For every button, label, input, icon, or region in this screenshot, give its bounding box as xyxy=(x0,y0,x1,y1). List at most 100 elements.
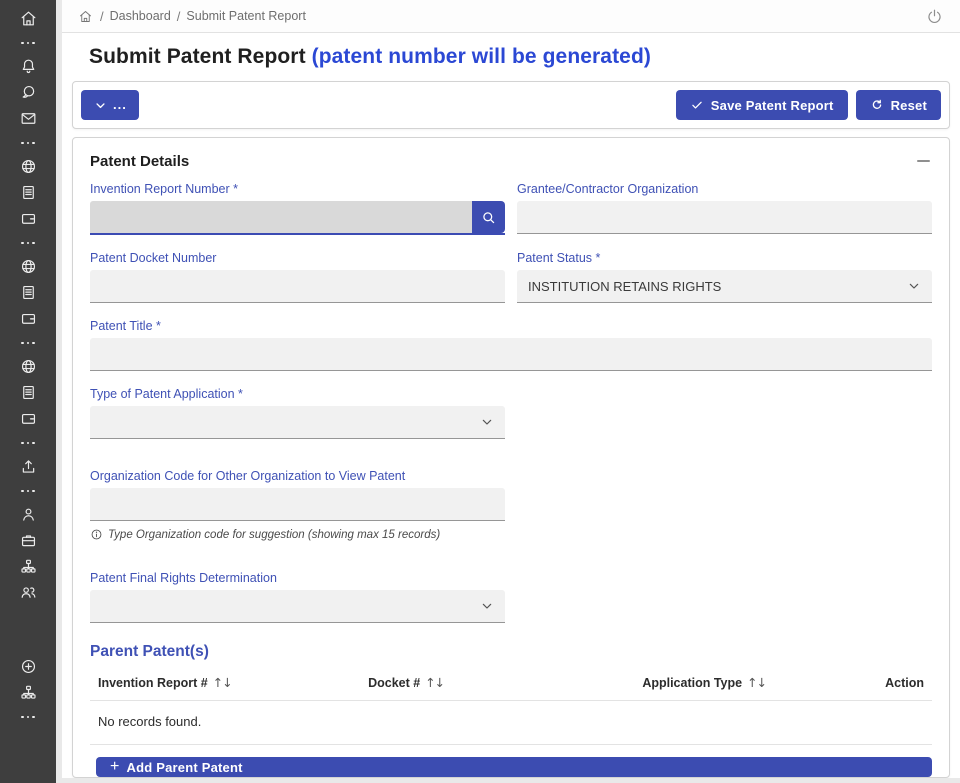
info-icon xyxy=(90,528,103,541)
sidebar-more-icon[interactable] xyxy=(21,137,35,149)
sort-icon: ↑↓ xyxy=(213,675,232,690)
sidebar-item-envelope[interactable] xyxy=(0,105,56,131)
docket-number-input[interactable] xyxy=(90,270,505,303)
invention-report-number-input[interactable] xyxy=(90,201,472,233)
sidebar-item-wallet[interactable] xyxy=(0,405,56,431)
logout-power-icon[interactable] xyxy=(925,7,944,26)
breadcrumb-separator: / xyxy=(177,9,181,24)
field-invention-report-number: Invention Report Number * xyxy=(90,182,505,235)
chat-icon xyxy=(19,83,38,102)
sidebar-item-globe[interactable] xyxy=(0,253,56,279)
sidebar-more-icon[interactable] xyxy=(21,485,35,497)
invention-report-number-label: Invention Report Number * xyxy=(90,182,505,196)
sidebar-more-icon[interactable] xyxy=(21,437,35,449)
patent-title-input[interactable] xyxy=(90,338,932,371)
field-org-code: Organization Code for Other Organization… xyxy=(90,469,505,541)
column-header-docket[interactable]: Docket #↑↓ xyxy=(368,675,642,690)
final-rights-select[interactable] xyxy=(90,590,505,623)
sidebar-more-icon[interactable] xyxy=(21,337,35,349)
sidebar-item-document[interactable] xyxy=(0,379,56,405)
patent-status-value: INSTITUTION RETAINS RIGHTS xyxy=(517,279,755,294)
person-icon xyxy=(19,505,38,524)
application-type-label: Type of Patent Application * xyxy=(90,387,505,401)
save-button-label: Save Patent Report xyxy=(711,98,834,113)
field-patent-title: Patent Title * xyxy=(90,319,932,371)
document-icon xyxy=(19,283,38,302)
globe-icon xyxy=(19,157,38,176)
reset-button[interactable]: Reset xyxy=(856,90,941,120)
sidebar-item-globe[interactable] xyxy=(0,153,56,179)
document-icon xyxy=(19,383,38,402)
sidebar-more-icon[interactable] xyxy=(21,37,35,49)
plus-circle-icon xyxy=(19,657,38,676)
sidebar-item-person[interactable] xyxy=(0,501,56,527)
field-patent-status: Patent Status * INSTITUTION RETAINS RIGH… xyxy=(517,251,932,303)
field-grantee-org: Grantee/Contractor Organization xyxy=(517,182,932,235)
sidebar-item-document[interactable] xyxy=(0,179,56,205)
field-application-type: Type of Patent Application * xyxy=(90,387,505,439)
sidebar-item-document[interactable] xyxy=(0,279,56,305)
more-actions-button[interactable]: ... xyxy=(81,90,139,120)
patent-details-title: Patent Details xyxy=(90,153,189,170)
sidebar-item-globe[interactable] xyxy=(0,353,56,379)
sitemap-icon xyxy=(19,683,38,702)
sidebar-item-sitemap[interactable] xyxy=(0,679,56,705)
chevron-down-icon xyxy=(479,598,495,614)
people-icon xyxy=(19,583,38,602)
grantee-org-input[interactable] xyxy=(517,201,932,234)
sidebar-more-icon[interactable] xyxy=(21,237,35,249)
plus-icon: + xyxy=(110,760,120,774)
globe-icon xyxy=(19,357,38,376)
breadcrumb-item-current: Submit Patent Report xyxy=(186,9,306,23)
more-actions-label: ... xyxy=(113,100,127,110)
patent-status-label: Patent Status * xyxy=(517,251,932,265)
parent-patents-table-header: Invention Report #↑↓ Docket #↑↓ Applicat… xyxy=(90,671,932,701)
sidebar-item-chat[interactable] xyxy=(0,79,56,105)
patent-status-select[interactable]: INSTITUTION RETAINS RIGHTS xyxy=(517,270,932,303)
topbar: / Dashboard / Submit Patent Report xyxy=(62,0,960,33)
column-header-action: Action xyxy=(866,676,924,690)
invention-report-search-button[interactable] xyxy=(472,201,505,233)
wallet-icon xyxy=(19,209,38,228)
sidebar-item-home[interactable] xyxy=(0,5,56,31)
page-content: Submit Patent Report (patent number will… xyxy=(62,33,960,778)
application-type-select[interactable] xyxy=(90,406,505,439)
sort-icon: ↑↓ xyxy=(425,675,444,690)
chevron-down-icon xyxy=(93,98,108,113)
breadcrumb-item-dashboard[interactable]: Dashboard xyxy=(110,9,171,23)
chevron-down-icon xyxy=(479,414,495,430)
upload-icon xyxy=(19,457,38,476)
check-icon xyxy=(690,98,704,112)
sitemap-icon xyxy=(19,557,38,576)
column-header-invention-report[interactable]: Invention Report #↑↓ xyxy=(98,675,368,690)
globe-icon xyxy=(19,257,38,276)
sidebar-item-briefcase[interactable] xyxy=(0,527,56,553)
breadcrumb-home-icon[interactable] xyxy=(78,9,93,24)
chevron-down-icon xyxy=(906,278,922,294)
document-icon xyxy=(19,183,38,202)
reset-button-label: Reset xyxy=(891,98,927,113)
sidebar-item-wallet[interactable] xyxy=(0,305,56,331)
collapse-section-button[interactable] xyxy=(914,152,932,170)
search-icon xyxy=(480,209,497,226)
sidebar-item-people[interactable] xyxy=(0,579,56,605)
sidebar-item-plus-circle[interactable] xyxy=(0,653,56,679)
app-panel: / Dashboard / Submit Patent Report Submi… xyxy=(62,0,960,778)
sidebar-item-wallet[interactable] xyxy=(0,205,56,231)
docket-number-label: Patent Docket Number xyxy=(90,251,505,265)
add-parent-patent-button[interactable]: + Add Parent Patent xyxy=(96,757,932,777)
org-code-label: Organization Code for Other Organization… xyxy=(90,469,505,483)
org-code-input[interactable] xyxy=(90,488,505,521)
column-header-application-type[interactable]: Application Type↑↓ xyxy=(642,675,866,690)
patent-details-form: Invention Report Number * Grantee/Contra… xyxy=(90,182,932,639)
envelope-icon xyxy=(19,109,38,128)
sidebar-item-sitemap[interactable] xyxy=(0,553,56,579)
field-docket-number: Patent Docket Number xyxy=(90,251,505,303)
org-code-hint-text: Type Organization code for suggestion (s… xyxy=(108,529,440,541)
breadcrumb-separator: / xyxy=(100,9,104,24)
sidebar-more-icon[interactable] xyxy=(21,711,35,723)
save-patent-report-button[interactable]: Save Patent Report xyxy=(676,90,848,120)
sidebar-item-bell[interactable] xyxy=(0,53,56,79)
sidebar-item-upload[interactable] xyxy=(0,453,56,479)
minus-icon xyxy=(917,160,930,163)
